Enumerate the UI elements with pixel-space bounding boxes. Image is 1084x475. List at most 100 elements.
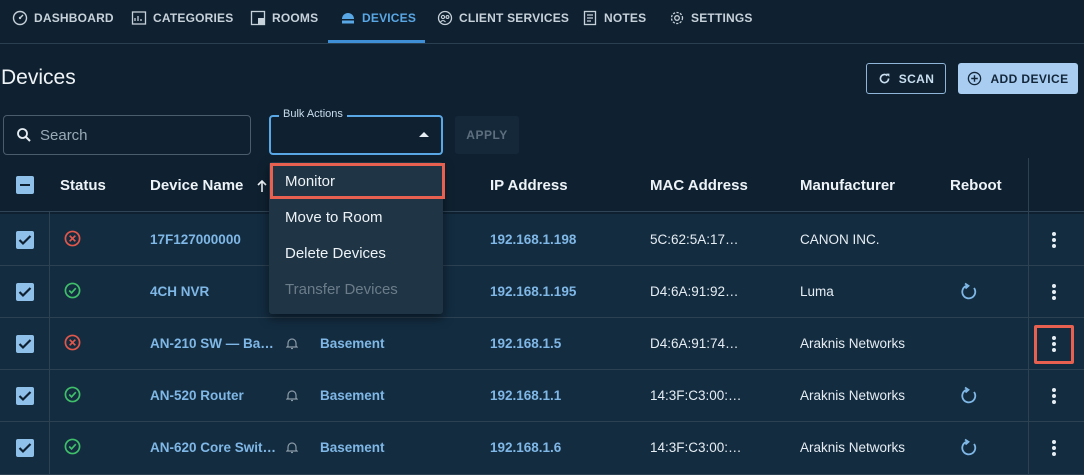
row-checkbox[interactable] [16,335,34,353]
status-error-icon [64,230,81,247]
dashboard-icon [12,10,28,26]
room-link[interactable]: Basement [320,440,385,455]
more-vert-icon[interactable] [1052,232,1056,248]
column-ip-address[interactable]: IP Address [490,177,568,194]
bell-icon[interactable] [286,389,298,402]
column-status[interactable]: Status [60,177,106,194]
table-header: Status Device Name IP Address MAC Addres… [0,158,1084,212]
client-services-icon [437,10,453,26]
status-error-icon [64,334,81,351]
room-link[interactable]: Basement [320,336,385,351]
ip-address-link[interactable]: 192.168.1.5 [490,336,561,351]
nav-label: NOTES [604,11,647,25]
manufacturer: Araknis Networks [800,336,906,351]
table-row[interactable]: 17F127000000 192.168.1.198 5C:62:5A:17… … [0,214,1084,266]
nav-devices[interactable]: DEVICES [340,0,416,44]
column-device-name[interactable]: Device Name [150,177,243,194]
nav-notes[interactable]: NOTES [582,0,646,44]
device-name-link[interactable]: 17F127000000 [150,232,241,247]
more-vert-icon[interactable] [1052,440,1056,456]
nav-client-services[interactable]: CLIENT SERVICES [437,0,569,44]
nav-label: DEVICES [362,11,417,25]
column-manufacturer[interactable]: Manufacturer [800,177,895,194]
ip-address-link[interactable]: 192.168.1.198 [490,232,576,247]
manufacturer: Luma [800,284,834,299]
reboot-icon[interactable] [959,282,979,302]
menu-item-transfer-devices: Transfer Devices [285,280,398,298]
table-row[interactable]: 4CH NVR 192.168.1.195 D4:6A:91:92… Luma [0,266,1084,318]
manufacturer: CANON INC. [800,232,880,247]
caret-up-icon[interactable] [419,132,429,137]
sort-arrow-up-icon[interactable] [256,179,268,193]
mac-address: 14:3F:C3:00:… [650,440,742,455]
bell-icon[interactable] [286,441,298,454]
column-mac-address[interactable]: MAC Address [650,177,748,194]
device-name-link[interactable]: AN-620 Core Swit… [150,440,278,455]
row-checkbox[interactable] [16,283,34,301]
ip-address-link[interactable]: 192.168.1.6 [490,440,561,455]
more-vert-icon[interactable] [1052,284,1056,300]
bulk-actions-select[interactable] [269,115,443,155]
nav-categories[interactable]: CATEGORIES [131,0,233,44]
row-checkbox[interactable] [16,231,34,249]
nav-label: CATEGORIES [153,11,234,25]
ip-address-link[interactable]: 192.168.1.195 [490,284,576,299]
refresh-icon [879,73,890,84]
mac-address: D4:6A:91:92… [650,284,739,299]
rooms-icon [250,10,266,26]
ip-address-link[interactable]: 192.168.1.1 [490,388,561,403]
page-title: Devices [1,66,76,89]
menu-item-move-to-room[interactable]: Move to Room [269,199,443,235]
menu-item-delete-devices[interactable]: Delete Devices [269,235,443,271]
bell-icon[interactable] [286,337,298,350]
more-vert-icon[interactable] [1052,388,1056,404]
column-divider [49,212,50,475]
nav-rooms[interactable]: ROOMS [250,0,318,44]
row-checkbox[interactable] [16,439,34,457]
nav-label: DASHBOARD [34,11,114,25]
devices-icon [342,13,354,24]
row-checkbox[interactable] [16,387,34,405]
nav-label: CLIENT SERVICES [459,11,570,25]
column-reboot[interactable]: Reboot [950,177,1002,194]
reboot-icon[interactable] [959,386,979,406]
mac-address: 14:3F:C3:00:… [650,388,742,403]
search-box [3,115,251,155]
manufacturer: Araknis Networks [800,440,906,455]
status-ok-icon [64,282,81,299]
table-row[interactable]: AN-520 Router Basement 192.168.1.1 14:3F… [0,370,1084,422]
reboot-icon[interactable] [959,438,979,458]
device-name-link[interactable]: AN-210 SW — Ba… [150,336,275,351]
mac-address: 5C:62:5A:17… [650,232,739,247]
select-all-checkbox[interactable] [16,176,34,194]
nav-settings[interactable]: SETTINGS [669,0,753,44]
scan-button[interactable]: SCAN [866,63,946,94]
room-link[interactable]: Basement [320,388,385,403]
device-name-link[interactable]: AN-520 Router [150,388,275,403]
nav-label: ROOMS [272,11,319,25]
notes-icon [583,10,597,26]
status-ok-icon [64,438,81,455]
scan-label: SCAN [898,71,935,86]
status-ok-icon [64,386,81,403]
add-device-button[interactable]: ADD DEVICE [958,63,1078,94]
column-divider [1028,158,1029,475]
active-tab-indicator [328,40,425,43]
bulk-actions-label: Bulk Actions [279,108,347,120]
nav-label: SETTINGS [691,11,753,25]
settings-icon [670,11,684,25]
device-name-link[interactable]: 4CH NVR [150,284,209,299]
categories-icon [131,11,147,25]
highlight-box [1034,325,1074,364]
add-circle-icon [968,71,982,86]
table-row[interactable]: AN-620 Core Swit… Basement 192.168.1.6 1… [0,422,1084,475]
table-row[interactable]: AN-210 SW — Ba… Basement 192.168.1.5 D4:… [0,318,1084,370]
search-icon [17,128,31,142]
apply-button[interactable]: APPLY [455,116,519,154]
search-input[interactable] [40,126,240,144]
mac-address: D4:6A:91:74… [650,336,739,351]
highlight-box [270,163,445,199]
add-device-label: ADD DEVICE [990,71,1069,86]
top-navigation: DASHBOARD CATEGORIES ROOMS DEVICES CLIEN… [0,0,1084,44]
nav-dashboard[interactable]: DASHBOARD [12,0,114,44]
